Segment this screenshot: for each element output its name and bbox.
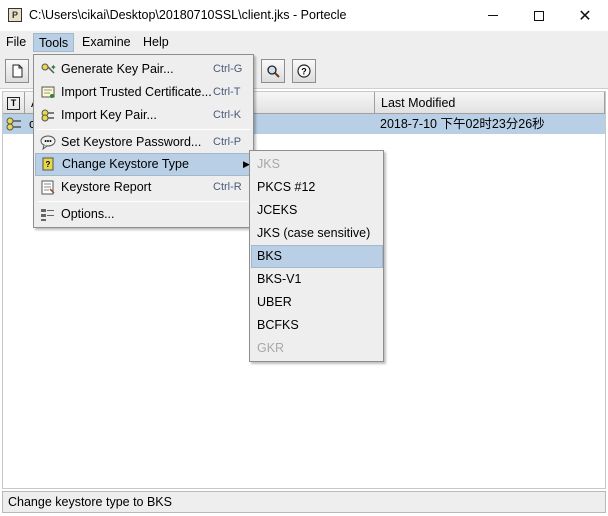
menu-tools[interactable]: Tools bbox=[33, 33, 75, 52]
menu-item-import-trusted-certificate[interactable]: Import Trusted Certificate... Ctrl-T bbox=[35, 81, 252, 104]
submenu-item-jceks[interactable]: JCEKS bbox=[251, 199, 383, 222]
help-button[interactable]: ? bbox=[292, 59, 316, 83]
submenu-item-jks-case-sensitive[interactable]: JKS (case sensitive) bbox=[251, 222, 383, 245]
menu-separator bbox=[38, 201, 250, 202]
new-document-icon bbox=[12, 64, 23, 78]
menu-item-accelerator: Ctrl-G bbox=[213, 63, 243, 75]
magnifier-icon bbox=[267, 65, 280, 78]
help-icon: ? bbox=[297, 64, 311, 78]
menu-item-label: Import Trusted Certificate... bbox=[61, 85, 212, 99]
menu-item-label: Options... bbox=[61, 207, 115, 221]
generate-keypair-icon: ✦ bbox=[40, 62, 56, 77]
portecle-app-icon[interactable]: P bbox=[8, 8, 22, 22]
import-cert-icon bbox=[40, 85, 56, 100]
submenu-item-bks[interactable]: BKS bbox=[251, 245, 383, 268]
type-column-icon: T bbox=[7, 96, 20, 110]
menu-item-import-key-pair[interactable]: Import Key Pair... Ctrl-K bbox=[35, 104, 252, 127]
menu-item-accelerator: Ctrl-K bbox=[213, 109, 242, 121]
menu-separator bbox=[38, 129, 250, 130]
menu-item-label: Change Keystore Type bbox=[62, 157, 189, 171]
menu-item-label: Import Key Pair... bbox=[61, 108, 157, 122]
menu-item-accelerator: Ctrl-T bbox=[213, 86, 241, 98]
menu-file[interactable]: File bbox=[1, 33, 31, 52]
svg-text:?: ? bbox=[301, 67, 307, 77]
menu-item-keystore-report[interactable]: Keystore Report Ctrl-R bbox=[35, 176, 252, 199]
submenu-item-jks: JKS bbox=[257, 157, 280, 171]
minimize-button[interactable] bbox=[470, 0, 516, 31]
menu-examine[interactable]: Examine bbox=[77, 33, 136, 52]
menu-bar: File Tools Examine Help bbox=[0, 31, 608, 53]
submenu-item-uber[interactable]: UBER bbox=[251, 291, 383, 314]
svg-text:?: ? bbox=[46, 160, 51, 169]
import-keypair-icon bbox=[40, 108, 56, 123]
menu-item-accelerator: Ctrl-P bbox=[213, 136, 242, 148]
menu-item-accelerator: Ctrl-R bbox=[213, 181, 242, 193]
submenu-item-bcfks[interactable]: BCFKS bbox=[251, 314, 383, 337]
menu-item-options[interactable]: Options... bbox=[35, 203, 252, 226]
menu-item-label: Generate Key Pair... bbox=[61, 62, 174, 76]
close-icon: ✕ bbox=[578, 7, 592, 25]
examine-button[interactable] bbox=[261, 59, 285, 83]
menu-item-change-keystore-type[interactable]: ? Change Keystore Type ▶ bbox=[35, 153, 252, 176]
svg-text:✦: ✦ bbox=[50, 63, 56, 72]
svg-text:•••: ••• bbox=[44, 139, 52, 146]
column-header-type[interactable]: T bbox=[3, 92, 25, 114]
row-last-modified: 2018-7-10 下午02时23分26秒 bbox=[380, 117, 545, 131]
change-type-icon: ? bbox=[41, 157, 57, 172]
password-icon: ••• bbox=[40, 135, 56, 150]
key-pair-icon bbox=[6, 114, 22, 134]
menu-item-label: Set Keystore Password... bbox=[61, 135, 202, 149]
options-icon bbox=[40, 207, 56, 222]
window-title: C:\Users\cikai\Desktop\20180710SSL\clien… bbox=[29, 8, 347, 22]
column-header-last-modified[interactable]: Last Modified bbox=[375, 92, 605, 114]
close-button[interactable]: ✕ bbox=[562, 0, 608, 31]
menu-help[interactable]: Help bbox=[138, 33, 174, 52]
menu-item-generate-key-pair[interactable]: ✦ Generate Key Pair... Ctrl-G bbox=[35, 58, 252, 81]
title-bar: P C:\Users\cikai\Desktop\20180710SSL\cli… bbox=[0, 0, 608, 31]
submenu-item-pkcs12[interactable]: PKCS #12 bbox=[251, 176, 383, 199]
maximize-icon bbox=[534, 10, 544, 21]
menu-item-set-keystore-password[interactable]: ••• Set Keystore Password... Ctrl-P bbox=[35, 131, 252, 154]
keystore-type-submenu: JKS PKCS #12 JCEKS JKS (case sensitive) … bbox=[249, 150, 384, 362]
minimize-icon bbox=[488, 15, 498, 16]
maximize-button[interactable] bbox=[516, 0, 562, 31]
submenu-item-gkr: GKR bbox=[257, 341, 285, 355]
report-icon bbox=[40, 180, 56, 195]
menu-item-label: Keystore Report bbox=[61, 180, 152, 194]
submenu-item-bks-v1[interactable]: BKS-V1 bbox=[251, 268, 383, 291]
status-bar: Change keystore type to BKS bbox=[2, 491, 606, 513]
new-keystore-button[interactable] bbox=[5, 59, 29, 83]
tools-menu: ✦ Generate Key Pair... Ctrl-G Import Tru… bbox=[33, 54, 254, 228]
